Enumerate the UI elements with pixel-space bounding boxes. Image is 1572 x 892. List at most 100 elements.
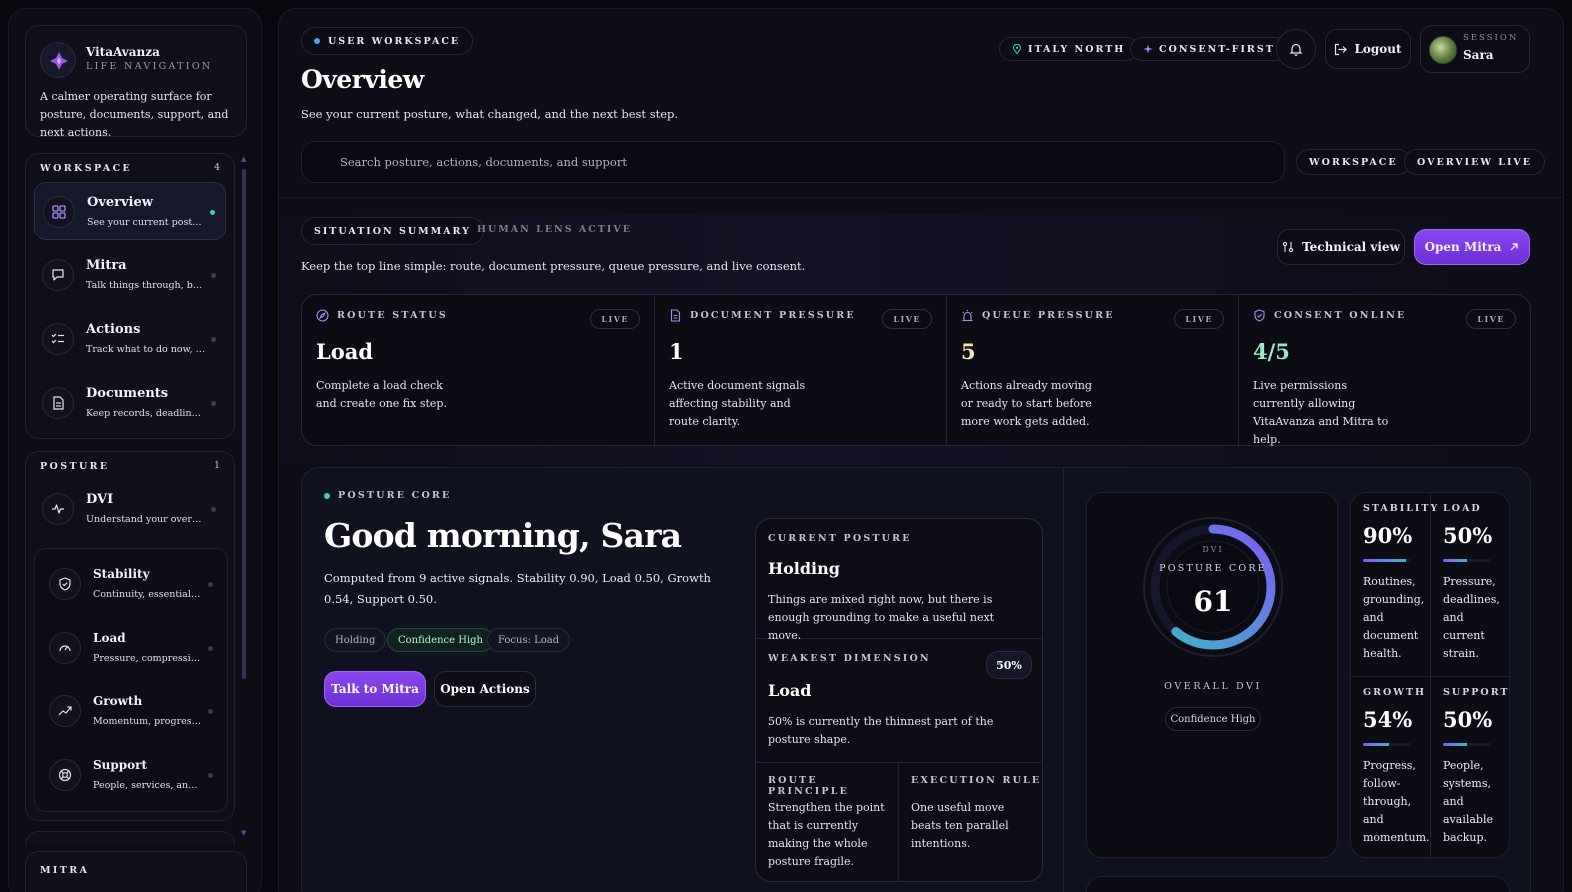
sidebar-scrollbar[interactable]: ▲ ▼ (241, 155, 247, 837)
location-pin-icon (1012, 44, 1022, 54)
shield-check-icon (1254, 309, 1265, 322)
scroll-thumb[interactable] (242, 169, 246, 679)
dimension-stability[interactable]: STABILITY 90% Routines, grounding, and d… (1351, 493, 1437, 677)
brand-subtitle: LIFE NAVIGATION (86, 61, 213, 72)
status-dot (211, 273, 216, 278)
weakest-dimension-section: WEAKEST DIMENSION 50% Load 50% is curren… (756, 639, 1042, 763)
current-posture-label: CURRENT POSTURE (768, 533, 912, 544)
chip-workspace[interactable]: WORKSPACE (1296, 149, 1411, 175)
dimension-name: LOAD (1443, 503, 1482, 514)
sidebar-item-actions[interactable]: Actions Track what to do now, what is mo… (34, 310, 226, 368)
status-dot (208, 709, 213, 714)
workspace-pill-label: USER WORKSPACE (328, 35, 461, 47)
talk-to-mitra-button[interactable]: Talk to Mitra (324, 671, 426, 707)
sidebar-item-dvi[interactable]: DVI Understand your overall posture. (34, 480, 226, 538)
dimension-bar (1363, 743, 1411, 746)
gauge-score: 61 (1193, 585, 1233, 618)
sidebar-item-desc: Pressure, compression, and strain. (93, 653, 203, 664)
card-description: Live permissions currently allowing Vita… (1253, 379, 1389, 446)
execution-rule-label: EXECUTION RULE (911, 775, 1042, 786)
session-user-card[interactable]: SESSION Sara (1420, 25, 1530, 73)
weakest-dimension-title: Load (768, 681, 812, 700)
weakest-dimension-badge: 50% (986, 651, 1032, 679)
posture-core-section: POSTURE CORE Good morning, Sara Computed… (301, 467, 1531, 892)
posture-group: POSTURE 1 DVI Understand your overall po… (25, 451, 235, 821)
route-principle-label: ROUTE PRINCIPLE (768, 775, 850, 797)
sidebar-item-documents[interactable]: Documents Keep records, deadlines, and p… (34, 374, 226, 432)
dimension-bar (1443, 743, 1491, 746)
diamond-logo-icon (50, 52, 68, 70)
dimension-name: STABILITY (1363, 503, 1440, 514)
status-dot (208, 773, 213, 778)
sidebar-item-growth[interactable]: Growth Momentum, progress, and follow-th… (41, 682, 223, 740)
status-dot (208, 582, 213, 587)
card-label-text: DOCUMENT PRESSURE (690, 310, 856, 321)
card-description: Complete a load check and create one fix… (316, 379, 447, 410)
queue-pressure-card[interactable]: QUEUE PRESSURE LIVE 5 Actions already mo… (947, 295, 1239, 445)
sidebar-item-stability[interactable]: Stability Continuity, essential foundati… (41, 555, 223, 613)
search-input[interactable] (340, 142, 1270, 182)
posture-heading: POSTURE (40, 461, 110, 472)
dvi-gauge-card: DVI POSTURE CORE 61 OVERALL DVI Confiden… (1086, 492, 1338, 858)
card-label-text: CONSENT ONLINE (1274, 310, 1407, 321)
technical-view-label: Technical view (1302, 240, 1400, 254)
sidebar-item-title: Support (93, 758, 148, 772)
sidebar-item-title: Growth (93, 694, 143, 708)
gauge-dvi-label: DVI (1202, 545, 1224, 554)
scroll-up-arrow-icon[interactable]: ▲ (241, 155, 246, 163)
dimension-bar-fill (1443, 559, 1467, 562)
sidebar-item-mitra[interactable]: Mitra Talk things through, build a plan. (34, 246, 226, 304)
logout-label: Logout (1354, 42, 1402, 56)
main-panel: USER WORKSPACE ITALY NORTH CONSENT-FIRST… (278, 8, 1564, 892)
status-dot (211, 507, 216, 512)
tag-focus: Focus: Load (487, 628, 571, 652)
technical-view-button[interactable]: Technical view (1277, 229, 1405, 265)
weakest-dimension-text: 50% is currently the thinnest part of th… (768, 715, 994, 746)
workspace-count: 4 (213, 162, 220, 173)
active-indicator (210, 210, 215, 215)
tag-confidence: Confidence High (387, 628, 494, 652)
summary-description: Keep the top line simple: route, documen… (301, 259, 806, 273)
live-dot (324, 492, 330, 499)
sidebar-item-support[interactable]: Support People, services, and infrastruc… (41, 746, 223, 804)
brand-card: VitaAvanza LIFE NAVIGATION A calmer oper… (25, 25, 247, 139)
weakest-dimension-label: WEAKEST DIMENSION (768, 653, 931, 664)
open-actions-button[interactable]: Open Actions (434, 671, 536, 707)
dimension-growth[interactable]: GROWTH 54% Progress, follow-through, and… (1351, 677, 1431, 857)
chip-overview-live[interactable]: OVERVIEW LIVE (1404, 149, 1546, 175)
scroll-down-arrow-icon[interactable]: ▼ (241, 829, 246, 837)
sidebar-item-overview[interactable]: Overview See your current posture, what … (34, 182, 226, 240)
dimension-text: Progress, follow-through, and momentum. (1363, 759, 1430, 844)
card-value: Load (316, 339, 374, 364)
document-icon (42, 387, 74, 419)
notifications-button[interactable] (1276, 29, 1316, 69)
brand-name: VitaAvanza (86, 45, 160, 59)
dimension-load[interactable]: LOAD 50% Pressure, deadlines, and curren… (1431, 493, 1509, 677)
open-mitra-button[interactable]: Open Mitra (1414, 229, 1530, 265)
route-status-card[interactable]: ROUTE STATUS LIVE Load Complete a load c… (302, 295, 655, 445)
logout-button[interactable]: Logout (1325, 29, 1411, 69)
sidebar-item-load[interactable]: Load Pressure, compression, and strain. (41, 619, 223, 677)
tab-human-lens[interactable]: HUMAN LENS ACTIVE (477, 224, 632, 235)
document-pressure-card[interactable]: DOCUMENT PRESSURE LIVE 1 Active document… (655, 295, 947, 445)
dimension-bar (1443, 559, 1491, 562)
sparkle-icon (1143, 44, 1153, 54)
dimension-percent: 54% (1363, 707, 1413, 732)
sidebar-item-desc: Track what to do now, what is moving. (86, 344, 206, 355)
brand-logo[interactable] (40, 42, 76, 78)
dimension-support[interactable]: SUPPORT 50% People, systems, and availab… (1431, 677, 1510, 857)
card-value: 1 (669, 339, 684, 364)
compass-icon (316, 309, 329, 322)
tab-situation-summary[interactable]: SITUATION SUMMARY (301, 217, 484, 245)
status-dot (211, 337, 216, 342)
shield-icon (49, 568, 81, 600)
dimension-name: SUPPORT (1443, 687, 1510, 698)
sidebar-item-desc: Momentum, progress, and follow-through. (93, 716, 203, 727)
dimension-bar-fill (1443, 743, 1467, 746)
consent-online-card[interactable]: CONSENT ONLINE LIVE 4/5 Live permissions… (1239, 295, 1530, 446)
card-label-text: ROUTE STATUS (337, 310, 448, 321)
bell-icon (1289, 43, 1303, 56)
greeting-heading: Good morning, Sara (324, 516, 682, 555)
current-posture-title: Holding (768, 559, 840, 578)
computed-signals-text: Computed from 9 active signals. Stabilit… (324, 571, 711, 606)
